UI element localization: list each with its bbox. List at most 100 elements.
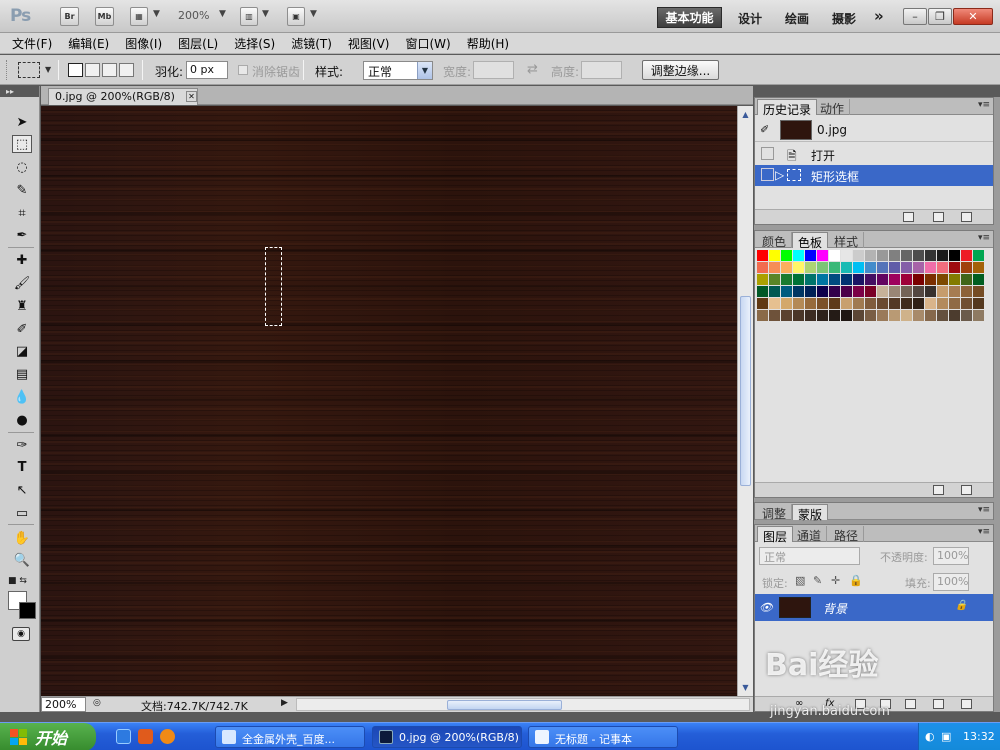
layer-row-background[interactable]: 👁 背景 🔒	[755, 594, 993, 621]
rectangular-selection[interactable]	[265, 247, 282, 326]
clone-stamp-tool-icon[interactable]: ♜	[12, 297, 32, 315]
color-swatch[interactable]	[769, 262, 780, 273]
view-extras-dropdown-icon[interactable]: ▼	[153, 9, 160, 19]
scrollbar-thumb[interactable]	[447, 700, 562, 710]
menu-window[interactable]: 窗口(W)	[405, 35, 450, 52]
color-swatch[interactable]	[961, 310, 972, 321]
color-swatch[interactable]	[901, 310, 912, 321]
color-swatch[interactable]	[793, 286, 804, 297]
quick-launch-app-icon[interactable]	[138, 729, 153, 744]
color-swatch[interactable]	[877, 262, 888, 273]
firefox-icon[interactable]	[160, 729, 175, 744]
color-swatch[interactable]	[817, 310, 828, 321]
color-swatch[interactable]	[781, 262, 792, 273]
menu-file[interactable]: 文件(F)	[12, 35, 52, 52]
trash-icon[interactable]	[961, 699, 972, 709]
arrange-documents-icon[interactable]: ▥	[240, 7, 258, 26]
color-swatch[interactable]	[805, 250, 816, 261]
color-swatch[interactable]	[877, 310, 888, 321]
color-swatch[interactable]	[757, 310, 768, 321]
menu-image[interactable]: 图像(I)	[125, 35, 162, 52]
lasso-tool-icon[interactable]: ◌	[12, 158, 32, 176]
color-swatch[interactable]	[769, 274, 780, 285]
options-bar-grip[interactable]	[6, 60, 9, 80]
restore-button[interactable]: ❐	[928, 8, 952, 25]
intersect-selection-icon[interactable]	[119, 63, 134, 77]
panel-menu-icon[interactable]: ▾≡	[978, 527, 990, 537]
color-swatch[interactable]	[925, 274, 936, 285]
add-to-selection-icon[interactable]	[85, 63, 100, 77]
tool-preset-dropdown-icon[interactable]: ▼	[45, 65, 51, 74]
color-swatch[interactable]	[853, 262, 864, 273]
view-extras-icon[interactable]: ▦	[130, 7, 148, 26]
color-swatch[interactable]	[769, 298, 780, 309]
color-swatch[interactable]	[817, 262, 828, 273]
color-swatch[interactable]	[829, 310, 840, 321]
tab-layers[interactable]: 图层	[757, 526, 794, 544]
zoom-tool-icon[interactable]: 🔍	[12, 551, 32, 569]
history-source-checkbox[interactable]	[761, 147, 774, 160]
color-swatch[interactable]	[937, 250, 948, 261]
color-swatch[interactable]	[877, 298, 888, 309]
color-swatch[interactable]	[865, 262, 876, 273]
color-swatch[interactable]	[937, 310, 948, 321]
color-swatch[interactable]	[913, 286, 924, 297]
tools-panel-collapse-icon[interactable]: ▸▸	[0, 86, 39, 97]
color-swatch[interactable]	[901, 250, 912, 261]
color-swatch[interactable]	[913, 298, 924, 309]
color-swatch[interactable]	[781, 250, 792, 261]
blur-tool-icon[interactable]: 💧	[12, 388, 32, 406]
tab-masks[interactable]: 蒙版	[792, 504, 829, 522]
color-swatch[interactable]	[829, 250, 840, 261]
color-swatch[interactable]	[805, 286, 816, 297]
color-swatch[interactable]	[937, 298, 948, 309]
tab-color[interactable]: 颜色	[757, 232, 793, 249]
color-swatch[interactable]	[937, 262, 948, 273]
bridge-button[interactable]: Br	[60, 7, 79, 26]
color-swatch[interactable]	[973, 286, 984, 297]
color-swatch[interactable]	[853, 286, 864, 297]
color-swatch[interactable]	[961, 286, 972, 297]
menu-edit[interactable]: 编辑(E)	[68, 35, 109, 52]
status-menu-icon[interactable]: ▶	[281, 698, 288, 708]
color-swatch[interactable]	[841, 262, 852, 273]
history-step[interactable]: 🗎 打开	[755, 144, 993, 165]
document-canvas[interactable]	[41, 106, 737, 696]
eraser-tool-icon[interactable]: ◪	[12, 342, 32, 360]
color-swatch[interactable]	[793, 250, 804, 261]
volume-icon[interactable]: ◐	[925, 730, 935, 743]
color-swatch[interactable]	[913, 310, 924, 321]
color-swatch[interactable]	[961, 250, 972, 261]
color-swatch[interactable]	[949, 274, 960, 285]
path-selection-tool-icon[interactable]: ↖	[12, 481, 32, 499]
color-swatch[interactable]	[889, 310, 900, 321]
color-swatch[interactable]	[901, 298, 912, 309]
color-swatch[interactable]	[841, 298, 852, 309]
color-swatch[interactable]	[961, 298, 972, 309]
color-swatch[interactable]	[769, 286, 780, 297]
color-swatch[interactable]	[853, 250, 864, 261]
menu-filter[interactable]: 滤镜(T)	[291, 35, 332, 52]
dodge-tool-icon[interactable]: ●	[12, 411, 32, 429]
rectangular-marquee-tool-icon[interactable]: ⬚	[12, 135, 32, 153]
color-swatch[interactable]	[841, 310, 852, 321]
color-swatch[interactable]	[889, 262, 900, 273]
color-swatch[interactable]	[889, 298, 900, 309]
color-swatch[interactable]	[781, 286, 792, 297]
move-tool-icon[interactable]: ➤	[12, 113, 32, 131]
color-swatch[interactable]	[817, 274, 828, 285]
color-swatch[interactable]	[805, 274, 816, 285]
color-swatch[interactable]	[793, 298, 804, 309]
screen-mode-dropdown-icon[interactable]: ▼	[310, 9, 317, 19]
color-swatch[interactable]	[937, 274, 948, 285]
workspace-design-button[interactable]: 设计	[738, 10, 762, 27]
color-swatch[interactable]	[949, 250, 960, 261]
panel-menu-icon[interactable]: ▾≡	[978, 233, 990, 243]
pen-tool-icon[interactable]: ✑	[12, 436, 32, 454]
color-swatch[interactable]	[805, 310, 816, 321]
panel-dock-header[interactable]	[754, 86, 1000, 97]
color-swatch[interactable]	[925, 286, 936, 297]
default-colors-icon[interactable]: ■ ⇆	[8, 576, 27, 586]
new-selection-icon[interactable]	[68, 63, 83, 77]
tab-paths[interactable]: 路径	[829, 526, 865, 543]
